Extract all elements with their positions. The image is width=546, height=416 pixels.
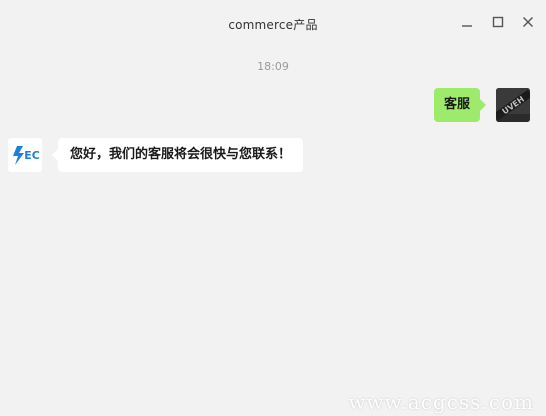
watermark: www.acgcss.com <box>348 390 534 414</box>
ec-logo-icon: EC <box>8 138 42 172</box>
minimize-button[interactable] <box>457 12 477 32</box>
message-timestamp: 18:09 <box>257 60 289 73</box>
outgoing-message: 客服 UVEH <box>433 88 530 122</box>
incoming-message: EC 您好，我们的客服将会很快与您联系！ <box>8 138 304 172</box>
close-button[interactable] <box>518 12 538 32</box>
user-avatar-image: UVEH <box>496 88 530 122</box>
outgoing-bubble[interactable]: 客服 <box>433 88 487 122</box>
incoming-bubble[interactable]: 您好，我们的客服将会很快与您联系！ <box>51 138 304 172</box>
chat-window: commerce产品 18:09 客服 UVEH EC 您好，我们的客服将会很快… <box>0 0 546 416</box>
ec-logo-text: EC <box>24 149 40 162</box>
title-bar: commerce产品 <box>0 0 546 44</box>
maximize-button[interactable] <box>488 12 508 32</box>
ec-logo-avatar[interactable]: EC <box>8 138 42 172</box>
minimize-icon <box>462 25 472 27</box>
close-icon <box>523 17 533 27</box>
maximize-icon <box>492 16 504 28</box>
user-avatar[interactable]: UVEH <box>496 88 530 122</box>
